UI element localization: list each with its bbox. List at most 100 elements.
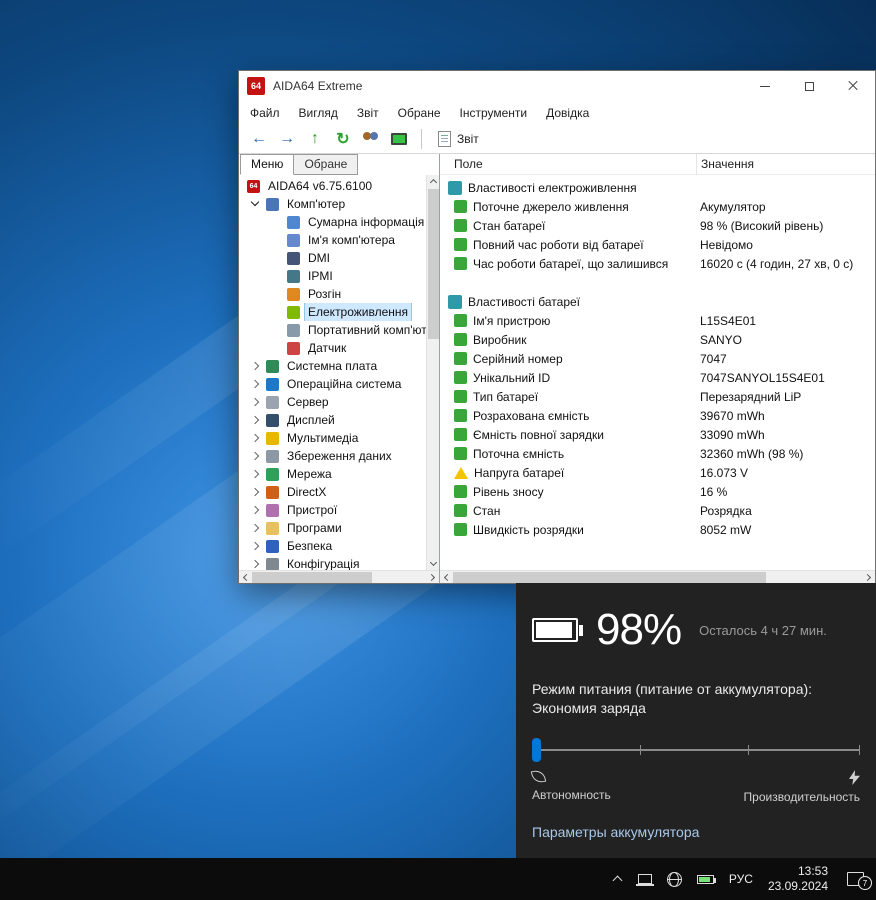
tree-horizontal-scrollbar[interactable] [239, 570, 439, 583]
language-indicator[interactable]: РУС [729, 872, 753, 886]
chevron-right-icon[interactable] [251, 523, 261, 533]
slider-track[interactable] [532, 749, 860, 751]
sensor-icon [287, 342, 300, 355]
chevron-right-icon[interactable] [251, 379, 261, 389]
tree-item-display[interactable]: Дисплей [239, 411, 426, 429]
chevron-right-icon[interactable] [251, 415, 261, 425]
tree-item-os[interactable]: Операційна система [239, 375, 426, 393]
scroll-left-icon[interactable] [440, 571, 453, 584]
tray-device-icon[interactable] [638, 874, 652, 884]
forward-icon[interactable]: → [275, 127, 299, 151]
chevron-right-icon[interactable] [251, 541, 261, 551]
chevron-right-icon[interactable] [251, 469, 261, 479]
column-header-field[interactable]: Поле [440, 157, 696, 171]
tab-menu[interactable]: Меню [240, 154, 294, 175]
chevron-expanded-icon[interactable] [251, 199, 261, 209]
tree-item-power[interactable]: Електроживлення [239, 303, 426, 321]
tree-item-computer[interactable]: Комп'ютер [239, 195, 426, 213]
table-row[interactable]: Стан Розрядка [440, 501, 875, 520]
tab-favorites[interactable]: Обране [294, 154, 358, 175]
table-row[interactable]: Швидкість розрядки 8052 mW [440, 520, 875, 539]
chevron-up-icon[interactable] [611, 873, 623, 885]
tree-item-sensor[interactable]: Датчик [239, 339, 426, 357]
leaf-icon [531, 769, 546, 784]
table-row[interactable]: Поточна ємність 32360 mWh (98 %) [440, 444, 875, 463]
menu-item-view[interactable]: Вигляд [299, 106, 338, 120]
scrollbar-thumb[interactable] [252, 572, 372, 583]
table-row[interactable]: Поточне джерело живлення Акумулятор [440, 197, 875, 216]
security-icon [266, 540, 279, 553]
chevron-right-icon[interactable] [251, 433, 261, 443]
table-row[interactable]: Стан батареї 98 % (Високий рівень) [440, 216, 875, 235]
titlebar[interactable]: 64 AIDA64 Extreme [239, 71, 875, 101]
slider-handle[interactable] [532, 738, 541, 762]
battery-settings-link[interactable]: Параметры аккумулятора [532, 824, 699, 840]
table-row[interactable]: Напруга батареї 16.073 V [440, 463, 875, 482]
chevron-right-icon[interactable] [251, 361, 261, 371]
tree-item-directx[interactable]: DirectX [239, 483, 426, 501]
tree-vertical-scrollbar[interactable] [426, 175, 439, 570]
back-icon[interactable]: ← [247, 127, 271, 151]
table-row[interactable]: Тип батареї Перезарядний LiP [440, 387, 875, 406]
scroll-right-icon[interactable] [426, 571, 439, 584]
remote-monitor-icon[interactable] [387, 127, 411, 151]
action-center-icon[interactable]: 7 [847, 872, 864, 886]
tree-item-devices[interactable]: Пристрої [239, 501, 426, 519]
menu-item-favorites[interactable]: Обране [398, 106, 441, 120]
scroll-left-icon[interactable] [239, 571, 252, 584]
chevron-right-icon[interactable] [251, 487, 261, 497]
section-header-row[interactable]: Властивості батареї [440, 292, 875, 311]
report-button[interactable]: Звіт [432, 129, 485, 149]
tree-item-ipmi[interactable]: IPMI [239, 267, 426, 285]
refresh-icon[interactable]: ↻ [331, 127, 355, 151]
table-row[interactable]: Ємність повної зарядки 33090 mWh [440, 425, 875, 444]
tree-item-security[interactable]: Безпека [239, 537, 426, 555]
table-row[interactable]: Розрахована ємність 39670 mWh [440, 406, 875, 425]
table-row[interactable]: Серійний номер 7047 [440, 349, 875, 368]
chevron-right-icon[interactable] [251, 397, 261, 407]
maximize-button[interactable] [787, 71, 831, 101]
menu-item-tools[interactable]: Інструменти [460, 106, 528, 120]
tree-item-summary[interactable]: Сумарна інформація [239, 213, 426, 231]
users-icon[interactable] [359, 127, 383, 151]
column-header-value[interactable]: Значення [696, 154, 875, 174]
tree-item-server[interactable]: Сервер [239, 393, 426, 411]
tree-item-dmi[interactable]: DMI [239, 249, 426, 267]
menu-item-file[interactable]: Файл [250, 106, 280, 120]
tree-item-overclock[interactable]: Розгін [239, 285, 426, 303]
up-icon[interactable]: ↑ [303, 127, 327, 151]
tray-battery-icon[interactable] [697, 875, 714, 884]
table-row[interactable]: Рівень зносу 16 % [440, 482, 875, 501]
tree-item-config[interactable]: Конфігурація [239, 555, 426, 570]
tree-item-portable[interactable]: Портативний комп'ютер [239, 321, 426, 339]
chevron-right-icon[interactable] [251, 505, 261, 515]
tree-item-computer-name[interactable]: Ім'я комп'ютера [239, 231, 426, 249]
scrollbar-thumb[interactable] [428, 189, 439, 339]
tree-item-multimedia[interactable]: Мультимедіа [239, 429, 426, 447]
table-row[interactable]: Час роботи батареї, що залишився 16020 с… [440, 254, 875, 273]
tree-item-storage[interactable]: Збереження даних [239, 447, 426, 465]
tree-item-root[interactable]: 64 AIDA64 v6.75.6100 [239, 177, 426, 195]
scroll-down-icon[interactable] [427, 557, 440, 570]
tree-item-programs[interactable]: Програми [239, 519, 426, 537]
details-horizontal-scrollbar[interactable] [440, 570, 875, 583]
table-row[interactable]: Унікальний ID 7047SANYOL15S4E01 [440, 368, 875, 387]
network-icon[interactable] [667, 872, 682, 887]
tree-item-network[interactable]: Мережа [239, 465, 426, 483]
chevron-right-icon[interactable] [251, 451, 261, 461]
scrollbar-thumb[interactable] [453, 572, 766, 583]
clock[interactable]: 13:53 23.09.2024 [768, 864, 828, 894]
section-header-row[interactable]: Властивості електроживлення [440, 178, 875, 197]
menu-item-help[interactable]: Довідка [546, 106, 589, 120]
table-row[interactable]: Ім'я пристрою L15S4E01 [440, 311, 875, 330]
table-row[interactable]: Виробник SANYO [440, 330, 875, 349]
table-row[interactable]: Повний час роботи від батареї Невідомо [440, 235, 875, 254]
scroll-right-icon[interactable] [862, 571, 875, 584]
scroll-up-icon[interactable] [427, 175, 440, 188]
close-button[interactable] [831, 71, 875, 101]
tree-item-motherboard[interactable]: Системна плата [239, 357, 426, 375]
menu-item-report[interactable]: Звіт [357, 106, 379, 120]
minimize-button[interactable] [743, 71, 787, 101]
chevron-right-icon[interactable] [251, 559, 261, 569]
power-mode-slider[interactable] [532, 738, 860, 762]
